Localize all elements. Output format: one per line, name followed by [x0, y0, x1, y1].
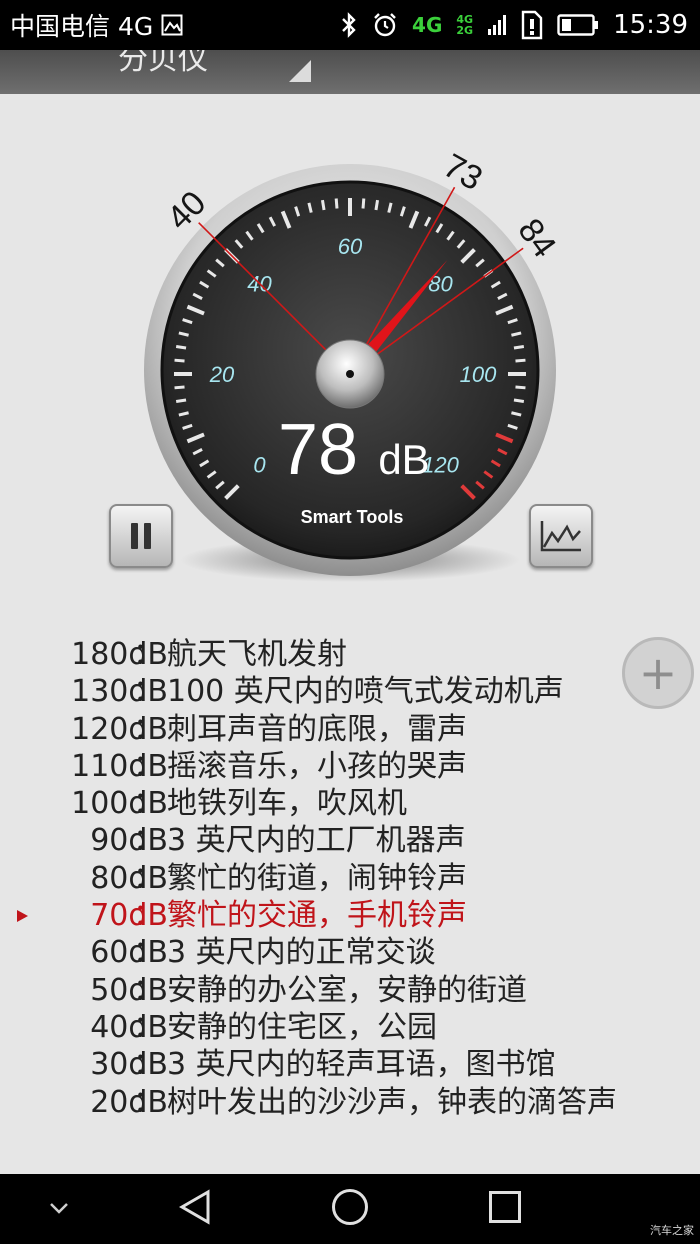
- reference-description: 3 英尺内的工厂机器声: [167, 823, 466, 859]
- reference-row: 30dB： 3 英尺内的轻声耳语，图书馆: [0, 1046, 700, 1083]
- scale-label: 80: [428, 271, 453, 296]
- current-level-marker-icon: [17, 910, 28, 923]
- reference-description: 摇滚音乐，小孩的哭声: [167, 748, 467, 784]
- image-notification-icon: [161, 14, 183, 36]
- reference-row: 130dB： 100 英尺内的喷气式发动机声: [0, 673, 700, 710]
- reference-description: 刺耳声音的底限，雷声: [167, 711, 467, 747]
- reference-row: 20dB：树叶发出的沙沙声，钟表的滴答声: [0, 1084, 700, 1121]
- reference-row: 100dB：地铁列车，吹风机: [0, 785, 700, 822]
- reference-row: 180dB：航天飞机发射: [0, 636, 700, 673]
- reference-separator: ：: [133, 711, 163, 747]
- reference-separator: ：: [133, 860, 163, 896]
- status-bar: 中国电信 4G 4G 4G 2G 15:39: [0, 0, 700, 50]
- reference-separator: ：: [133, 1009, 163, 1045]
- sound-meter-gauge: 020406080100120 407384 78 dB Smart Tools: [144, 147, 563, 582]
- reference-row: 60dB： 3 英尺内的正常交谈: [0, 934, 700, 971]
- reference-row: 70dB：繁忙的交通，手机铃声: [0, 897, 700, 934]
- scale-tick: [334, 198, 339, 209]
- battery-icon: [557, 13, 599, 37]
- recents-square-icon: [488, 1190, 522, 1228]
- network-4g-icon: 4G: [412, 13, 443, 37]
- reference-row: 50dB：安静的办公室，安静的街道: [0, 972, 700, 1009]
- watermark: 汽车之家: [650, 1224, 694, 1237]
- reference-description: 3 英尺内的正常交谈: [167, 935, 436, 971]
- app-title-bar[interactable]: 分贝仪: [0, 50, 700, 94]
- home-button[interactable]: [315, 1174, 385, 1244]
- scale-tick: [174, 358, 185, 363]
- gauge-hub-pin: [346, 370, 354, 378]
- hide-keyboard-button[interactable]: [24, 1174, 94, 1244]
- scale-tick: [175, 398, 187, 404]
- reference-separator: ：: [133, 823, 163, 859]
- reference-row: 110dB：摇滚音乐，小孩的哭声: [0, 748, 700, 785]
- reference-separator: ：: [133, 674, 163, 710]
- scale-label: 0: [253, 453, 266, 478]
- app-title: 分贝仪: [118, 50, 208, 77]
- bluetooth-icon: [340, 12, 358, 38]
- scale-label: 60: [338, 234, 363, 259]
- scale-label: 100: [460, 362, 497, 387]
- reference-separator: ：: [133, 935, 163, 971]
- dropdown-corner-icon[interactable]: [289, 60, 311, 82]
- reference-row: 40dB：安静的住宅区，公园: [0, 1009, 700, 1046]
- reference-description: 树叶发出的沙沙声，钟表的滴答声: [167, 1084, 617, 1120]
- scale-tick: [361, 198, 366, 209]
- network-4g-2g-icon: 4G 2G: [456, 13, 474, 37]
- scale-tick: [513, 398, 525, 404]
- reference-description: 繁忙的交通，手机铃声: [167, 898, 467, 934]
- reference-description: 3 英尺内的轻声耳语，图书馆: [167, 1047, 556, 1083]
- reference-description: 地铁列车，吹风机: [167, 786, 407, 822]
- scale-tick: [174, 385, 185, 390]
- brand-label: Smart Tools: [301, 507, 404, 527]
- db-unit: dB: [378, 436, 429, 483]
- scale-tick: [175, 344, 187, 350]
- back-button[interactable]: [160, 1174, 230, 1244]
- reference-separator: ：: [133, 898, 163, 934]
- reference-separator: ：: [133, 786, 163, 822]
- scale-tick: [513, 344, 525, 350]
- carrier-label: 中国电信 4G: [10, 12, 154, 41]
- chevron-down-icon: [48, 1200, 70, 1219]
- scale-tick: [374, 199, 380, 211]
- pause-button[interactable]: [109, 504, 173, 568]
- reference-separator: ：: [133, 748, 163, 784]
- reference-row: 120dB：刺耳声音的底限，雷声: [0, 711, 700, 748]
- reference-separator: ：: [133, 972, 163, 1008]
- alarm-icon: [372, 12, 398, 38]
- status-time: 15:39: [613, 10, 688, 40]
- line-chart-icon: [539, 519, 583, 553]
- reference-separator: ：: [133, 1047, 163, 1083]
- scale-label: 20: [209, 362, 235, 387]
- db-value: 78: [278, 410, 358, 490]
- recents-button[interactable]: [470, 1174, 540, 1244]
- sim-alert-icon: [521, 10, 543, 40]
- pause-icon: [128, 523, 154, 549]
- reference-row: 90dB： 3 英尺内的工厂机器声: [0, 822, 700, 859]
- reference-description: 航天飞机发射: [167, 637, 347, 672]
- navigation-bar: 汽车之家: [0, 1174, 700, 1244]
- reference-separator: ：: [133, 637, 163, 672]
- reference-description: 繁忙的街道，闹钟铃声: [167, 860, 467, 896]
- reference-description: 安静的住宅区，公园: [167, 1009, 437, 1045]
- noise-reference-list: 180dB：航天飞机发射 130dB： 100 英尺内的喷气式发动机声 120dB：刺…: [0, 636, 700, 1121]
- signal-icon: [487, 14, 507, 36]
- back-triangle-icon: [178, 1189, 212, 1229]
- home-circle-icon: [330, 1187, 370, 1231]
- reference-description: 安静的办公室，安静的街道: [167, 972, 527, 1008]
- scale-tick: [320, 199, 326, 211]
- scale-tick: [515, 385, 526, 390]
- scale-tick: [515, 358, 526, 363]
- reference-row: 80dB：繁忙的街道，闹钟铃声: [0, 860, 700, 897]
- reference-separator: ：: [133, 1084, 163, 1120]
- reference-description: 100 英尺内的喷气式发动机声: [167, 674, 564, 710]
- graph-button[interactable]: [529, 504, 593, 568]
